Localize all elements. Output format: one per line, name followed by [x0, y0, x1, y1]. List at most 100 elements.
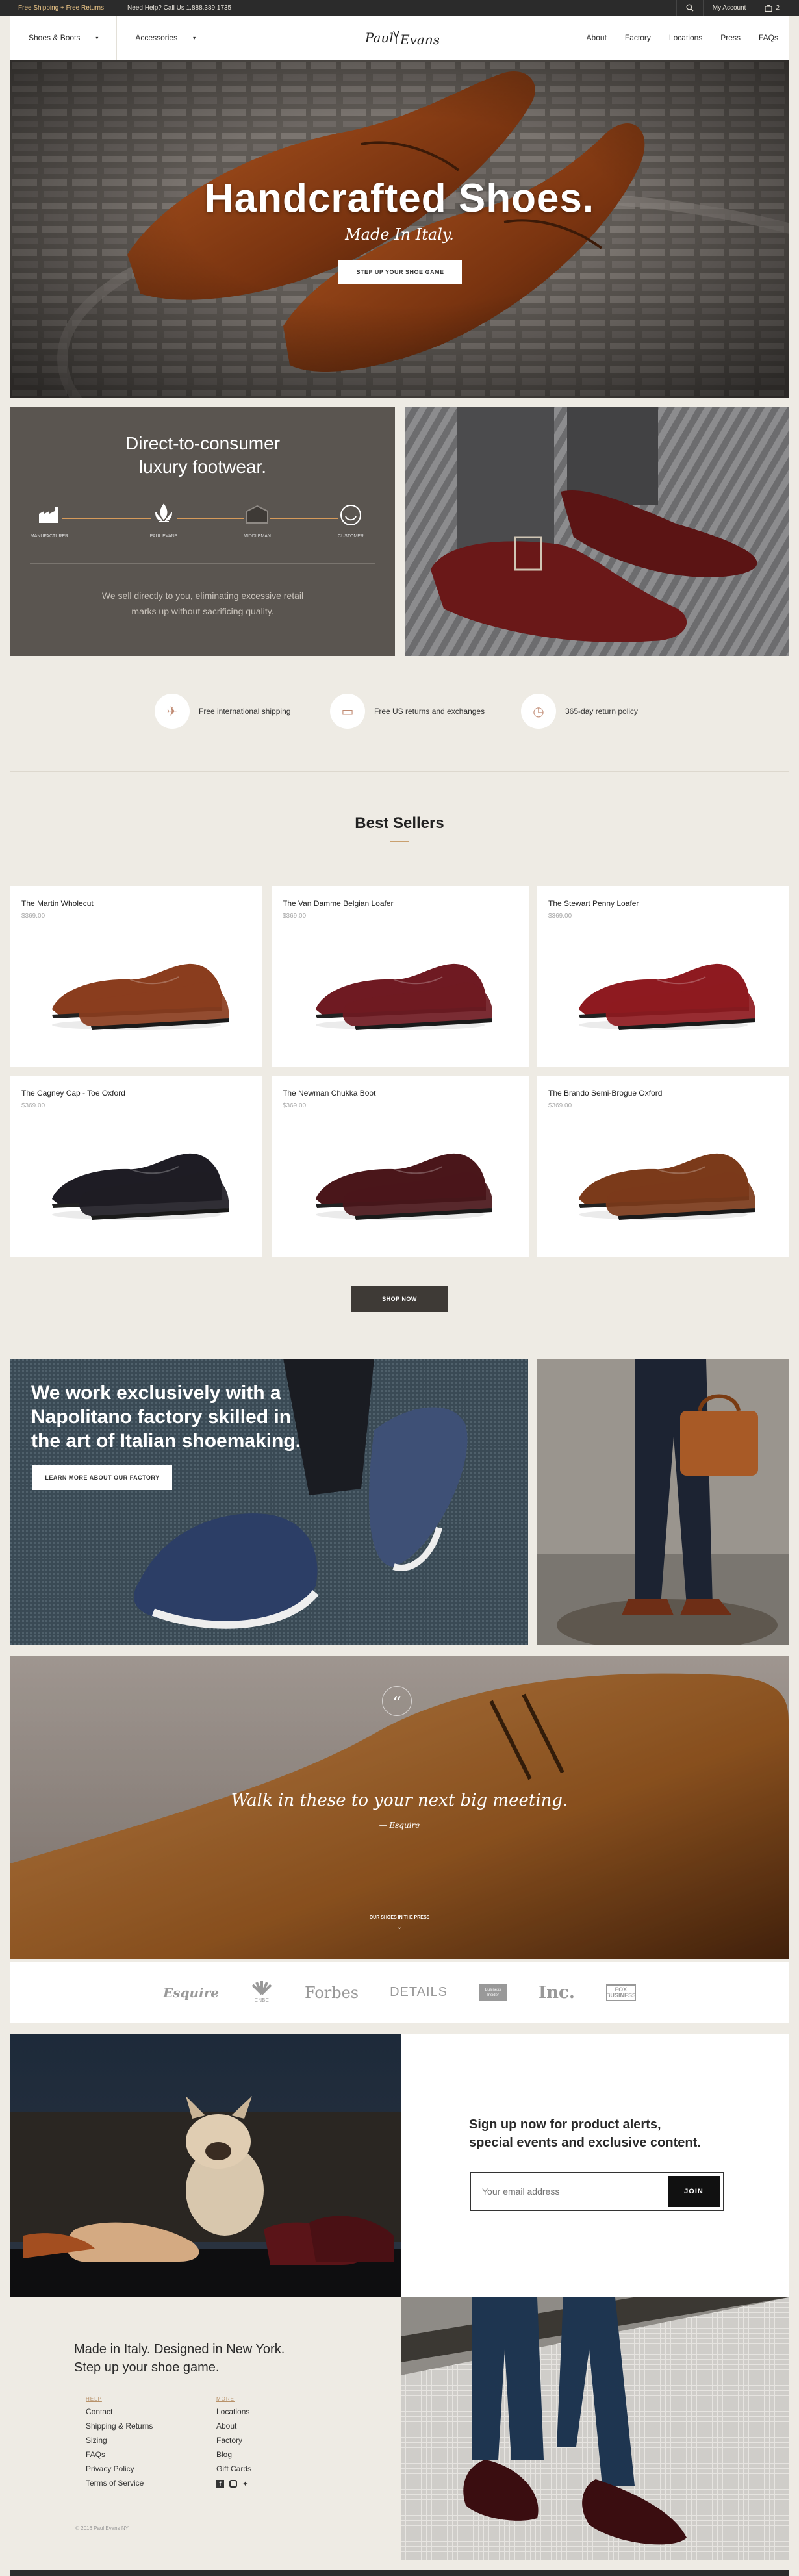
factory-cta-button[interactable]: LEARN MORE ABOUT OUR FACTORY [32, 1465, 172, 1490]
divider [30, 563, 375, 564]
footer-title-line1: Made in Italy. Designed in New York. [74, 2342, 285, 2356]
product-name[interactable]: The Brando Semi-Brogue Oxford [548, 1089, 662, 1098]
product-card[interactable]: The Cagney Cap - Toe Oxford $369.00 [10, 1076, 262, 1257]
footer-link-contact[interactable]: Contact [86, 2405, 183, 2419]
instagram-icon[interactable] [229, 2480, 237, 2488]
product-card[interactable]: The Brando Semi-Brogue Oxford $369.00 [537, 1076, 789, 1257]
my-account-link[interactable]: My Account [702, 0, 755, 16]
product-name[interactable]: The Martin Wholecut [21, 899, 94, 908]
footer-link-about[interactable]: About [216, 2419, 314, 2433]
product-name[interactable]: The Cagney Cap - Toe Oxford [21, 1089, 125, 1098]
product-image[interactable] [566, 939, 761, 1037]
footer-link-privacy[interactable]: Privacy Policy [86, 2462, 183, 2476]
globe-icon: ✈ [155, 694, 190, 729]
hero-title: Handcrafted Shoes. [204, 176, 595, 221]
footer-link-sizing[interactable]: Sizing [86, 2433, 183, 2447]
product-image[interactable] [39, 1129, 234, 1226]
product-card[interactable]: The Van Damme Belgian Loafer $369.00 [272, 886, 529, 1067]
quote-source: — Esquire [379, 1821, 420, 1830]
dtc-body-line2: marks up without sacrificing quality. [131, 606, 274, 616]
twitter-icon[interactable]: ✦ [242, 2480, 248, 2488]
svg-text:Paul: Paul [364, 30, 394, 45]
tweed-loafer-photo [405, 407, 789, 656]
feature-shipping: ✈ Free international shipping [155, 694, 290, 729]
factory-line3: the art of Italian shoemaking. [31, 1430, 301, 1452]
factory-icon [36, 503, 62, 527]
step-customer: CUSTOMER [325, 503, 377, 538]
feature-label: Free US returns and exchanges [374, 707, 485, 716]
hero-banner: Handcrafted Shoes. Made In Italy. STEP U… [10, 60, 789, 398]
quote-text: Walk in these to your next big meeting. [231, 1791, 568, 1810]
hero-cta-button[interactable]: STEP UP YOUR SHOE GAME [338, 260, 462, 284]
product-image[interactable] [303, 1129, 498, 1226]
product-name[interactable]: The Newman Chukka Boot [283, 1089, 375, 1098]
press-logos: Esquire CNBC Forbes DETAILS Business Ins… [10, 1962, 789, 2023]
cart-icon [765, 5, 773, 12]
feature-label: 365-day return policy [565, 707, 639, 716]
business-insider-logo: Business Insider [478, 1984, 507, 2001]
nav-factory[interactable]: Factory [625, 33, 651, 42]
shoes-dropdown[interactable]: Shoes & Boots ▾ [10, 16, 118, 60]
product-image[interactable] [39, 939, 234, 1037]
footer-link-terms[interactable]: Terms of Service [86, 2476, 183, 2490]
nav-faqs[interactable]: FAQs [759, 33, 778, 42]
product-name[interactable]: The Van Damme Belgian Loafer [283, 899, 394, 908]
supply-chain-line [43, 518, 361, 519]
product-price: $369.00 [283, 1102, 307, 1109]
footer-link-factory[interactable]: Factory [216, 2433, 314, 2447]
product-price: $369.00 [548, 913, 572, 920]
facebook-icon[interactable]: f [216, 2480, 224, 2488]
footer-link-shipping[interactable]: Shipping & Returns [86, 2419, 183, 2433]
signup-panel [401, 2034, 789, 2297]
footer-title-line2: Step up your shoe game. [74, 2360, 220, 2375]
cart-count: 2 [776, 4, 780, 12]
feature-label: Free international shipping [199, 707, 291, 716]
store-icon [244, 503, 270, 527]
feature-return-policy: ◷ 365-day return policy [521, 694, 638, 729]
help-phone[interactable]: Need Help? Call Us 1.888.389.1735 [127, 5, 231, 12]
product-image[interactable] [303, 939, 498, 1037]
quote-mark-icon: “ [382, 1686, 412, 1716]
product-card[interactable]: The Stewart Penny Loafer $369.00 [537, 886, 789, 1067]
dtc-title-line1: Direct-to-consumer [125, 433, 281, 453]
paul-evans-logo[interactable]: Paul Evans [361, 25, 439, 51]
nav-press[interactable]: Press [720, 33, 741, 42]
nav-locations[interactable]: Locations [669, 33, 702, 42]
accessories-dropdown[interactable]: Accessories ▾ [117, 16, 215, 60]
signup-line1: Sign up now for product alerts, [469, 2117, 661, 2132]
product-card[interactable]: The Newman Chukka Boot $369.00 [272, 1076, 529, 1257]
fleur-icon [151, 503, 177, 527]
product-image[interactable] [566, 1129, 761, 1226]
email-input[interactable] [474, 2176, 664, 2207]
search-icon [686, 4, 694, 12]
fox-business-logo: FOX BUSINESS [605, 1984, 636, 2001]
smile-icon [338, 503, 364, 527]
bottom-bar [10, 2570, 789, 2576]
product-card[interactable]: The Martin Wholecut $369.00 [10, 886, 262, 1067]
title-underline [390, 841, 409, 842]
nav-about[interactable]: About [587, 33, 607, 42]
details-logo: DETAILS [390, 1985, 448, 1999]
dtc-panel: Direct-to-consumer luxury footwear. MANU… [10, 407, 395, 656]
join-button[interactable]: JOIN [668, 2176, 720, 2207]
footer-link-locations[interactable]: Locations [216, 2405, 314, 2419]
press-section-link[interactable]: OUR SHOES IN THE PRESS [0, 1915, 799, 1920]
calendar-icon: ◷ [521, 694, 556, 729]
dtc-body-line1: We sell directly to you, eliminating exc… [101, 590, 304, 601]
product-price: $369.00 [283, 913, 307, 920]
cart-button[interactable]: 2 [755, 0, 789, 16]
esquire-logo: Esquire [163, 1984, 219, 2001]
footer-link-gift-cards[interactable]: Gift Cards [216, 2462, 314, 2476]
hero-subtitle: Made In Italy. [345, 225, 454, 244]
search-button[interactable] [676, 0, 703, 16]
product-name[interactable]: The Stewart Penny Loafer [548, 899, 639, 908]
step-label: MIDDLEMAN [243, 534, 271, 538]
footer-link-faqs[interactable]: FAQs [86, 2447, 183, 2462]
step-label: MANUFACTURER [30, 534, 69, 538]
footer-link-blog[interactable]: Blog [216, 2447, 314, 2462]
shop-now-button[interactable]: SHOP NOW [351, 1286, 448, 1312]
forbes-logo: Forbes [304, 1983, 359, 2002]
footer: Made in Italy. Designed in New York. Ste… [10, 2297, 401, 2560]
chevron-down-icon[interactable]: ⌄ [0, 1924, 799, 1931]
signup-form: JOIN [470, 2172, 724, 2211]
